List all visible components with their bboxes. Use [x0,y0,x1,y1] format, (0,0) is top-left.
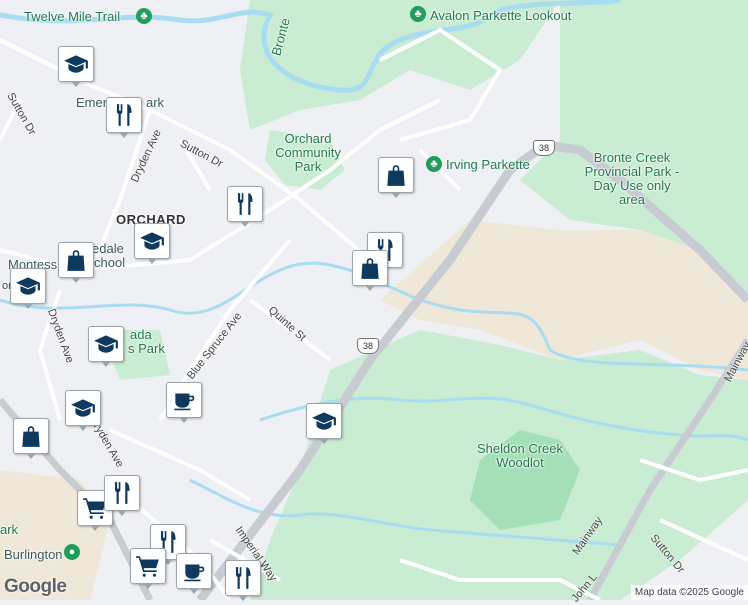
school-icon[interactable] [134,223,170,264]
map-attribution[interactable]: Map data ©2025 Google [630,585,748,600]
place-label[interactable]: Avalon Parkette Lookout [430,9,571,23]
shopping-bag-icon[interactable] [352,250,388,291]
cafe-icon[interactable] [176,553,212,594]
school-icon[interactable] [88,326,124,367]
restaurant-icon[interactable] [225,560,261,601]
park-pin-icon[interactable]: ♣ [426,156,442,172]
park-pin-icon[interactable]: ♣ [410,6,426,22]
park-area [290,560,350,600]
place-label: ark [146,95,165,110]
school-icon[interactable] [65,390,101,431]
place-label[interactable]: Twelve Mile Trail [24,10,120,24]
restaurant-icon[interactable] [106,97,142,138]
place-label[interactable]: Bronte Creek Provincial Park - Day Use o… [582,151,682,207]
place-label: ada [130,327,152,342]
highway-shield: 38 [533,140,555,156]
place-label: s Park [128,341,165,356]
place-label[interactable]: Irving Parkette [446,158,530,172]
shopping-bag-icon[interactable] [13,418,49,459]
restaurant-icon[interactable] [104,475,140,516]
shopping-cart-icon[interactable] [130,548,166,589]
highway-shield: 38 [357,338,379,354]
place-label: edale [92,241,124,256]
cafe-icon[interactable] [166,382,202,423]
shopping-bag-icon[interactable] [58,242,94,283]
place-label[interactable]: Orchard Community Park [268,132,348,174]
place-label[interactable]: Sheldon Creek Woodlot [470,442,570,470]
place-label: Emer [76,95,108,110]
google-logo[interactable]: Google [4,576,67,598]
school-icon[interactable] [58,46,94,87]
park-pin-icon[interactable]: ♣ [136,8,152,24]
school-icon[interactable] [306,403,342,444]
school-icon[interactable] [10,268,46,309]
place-pin-icon[interactable]: ● [64,544,80,560]
place-label: chool [94,255,126,270]
restaurant-icon[interactable] [227,186,263,227]
shopping-bag-icon[interactable] [378,157,414,198]
place-label: ark [0,522,19,537]
place-label: Burlington [4,547,63,562]
